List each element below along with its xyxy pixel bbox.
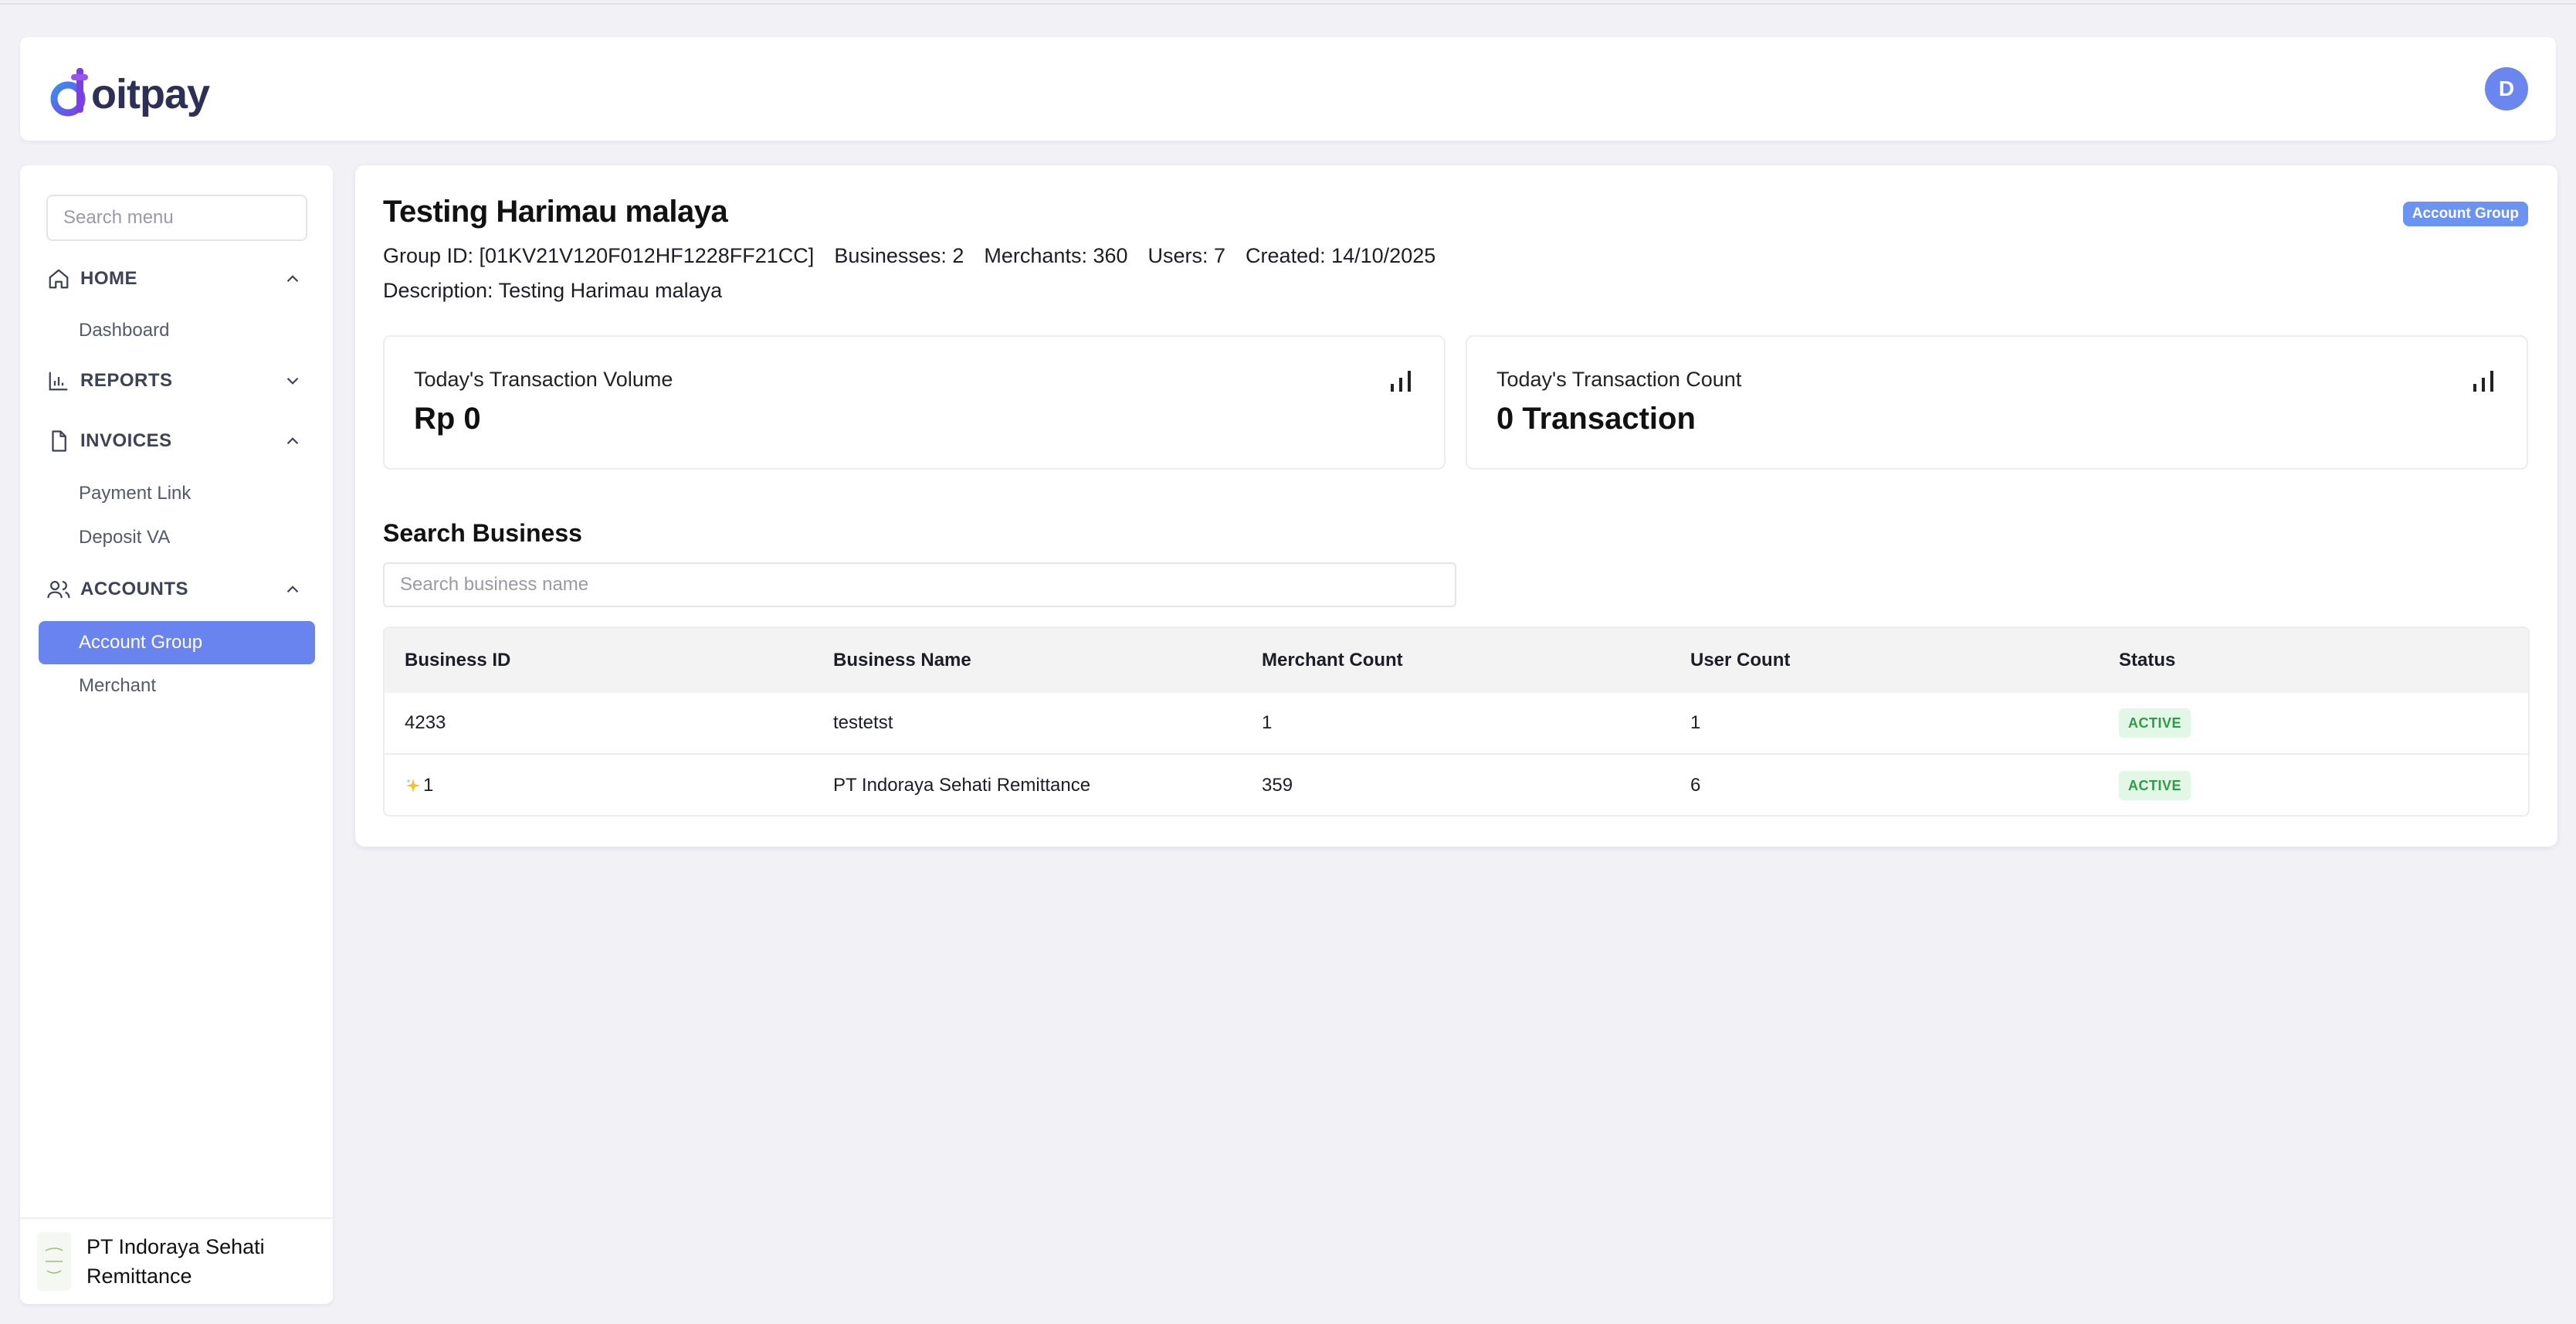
sidebar-section-invoices[interactable]: INVOICES xyxy=(46,422,309,460)
sidebar-item-account-group[interactable]: Account Group xyxy=(39,621,315,664)
sidebar-item-payment-link[interactable]: Payment Link xyxy=(79,478,191,509)
sidebar-section-home[interactable]: HOME xyxy=(46,260,309,298)
business-search xyxy=(383,562,1456,607)
window-top-border xyxy=(0,0,2576,5)
group-id: Group ID: [01KV21V120F012HF1228FF21CC] xyxy=(383,244,815,267)
business-name-cell: testetst xyxy=(833,712,893,733)
chevron-down-icon[interactable] xyxy=(283,371,303,391)
chevron-up-icon[interactable] xyxy=(283,431,303,451)
status-cell: ACTIVE xyxy=(2119,755,2191,815)
user-count-cell: 1 xyxy=(1690,712,1701,733)
sidebar: HOME Dashboard REPORTS INVOICES Payment … xyxy=(20,165,333,1304)
business-name-cell: PT Indoraya Sehati Remittance xyxy=(833,775,1091,796)
chevron-up-icon[interactable] xyxy=(283,579,303,599)
sidebar-section-label: ACCOUNTS xyxy=(80,579,188,599)
users-count: Users: 7 xyxy=(1147,244,1226,267)
sidebar-section-accounts[interactable]: ACCOUNTS xyxy=(46,570,309,609)
bar-chart-icon xyxy=(46,368,71,393)
search-business-title: Search Business xyxy=(383,519,582,547)
current-business-name: PT Indoraya Sehati Remittance xyxy=(86,1235,265,1288)
business-table: Business ID Business Name Merchant Count… xyxy=(383,626,2530,816)
sidebar-item-dashboard[interactable]: Dashboard xyxy=(79,315,169,346)
chevron-up-icon[interactable] xyxy=(283,269,303,289)
sidebar-section-label: REPORTS xyxy=(80,370,173,391)
card-value: 0 Transaction xyxy=(1496,402,1696,436)
created-date: Created: 14/10/2025 xyxy=(1246,244,1436,267)
column-header-user-count: User Count xyxy=(1690,650,1791,670)
merchant-count-cell: 359 xyxy=(1262,775,1293,796)
sidebar-item-deposit-va[interactable]: Deposit VA xyxy=(79,522,170,553)
card-value: Rp 0 xyxy=(414,402,481,436)
status-badge: ACTIVE xyxy=(2119,708,2191,738)
status-cell: ACTIVE xyxy=(2119,693,2191,753)
sidebar-section-reports[interactable]: REPORTS xyxy=(46,362,309,400)
account-group-badge: Account Group xyxy=(2402,202,2528,226)
column-header-status: Status xyxy=(2119,650,2176,670)
home-icon xyxy=(46,266,71,291)
merchants-count: Merchants: 360 xyxy=(984,244,1128,267)
user-count-cell: 6 xyxy=(1690,775,1701,796)
business-id-value: 1 xyxy=(423,775,434,796)
doitpay-logo[interactable]: oitpay xyxy=(48,60,210,122)
group-description: Description: Testing Harimau malaya xyxy=(383,279,723,302)
sidebar-section-label: HOME xyxy=(80,268,137,289)
column-header-merchant-count: Merchant Count xyxy=(1262,650,1403,670)
sidebar-item-merchant[interactable]: Merchant xyxy=(79,670,156,701)
sidebar-business-switcher[interactable]: PT Indoraya Sehati Remittance xyxy=(20,1217,333,1304)
table-row[interactable]: 1 PT Indoraya Sehati Remittance 359 6 AC… xyxy=(385,755,2528,815)
sidebar-search xyxy=(46,195,307,241)
transaction-volume-card: Today's Transaction Volume Rp 0 xyxy=(383,335,1446,470)
bar-chart-icon xyxy=(1390,369,1412,392)
transaction-count-card: Today's Transaction Count 0 Transaction xyxy=(1466,335,2528,470)
page-title: Testing Harimau malaya xyxy=(383,195,728,229)
table-row[interactable]: 4233 testetst 1 1 ACTIVE xyxy=(385,693,2528,755)
sparkle-icon xyxy=(405,777,422,794)
merchant-count-cell: 1 xyxy=(1262,712,1273,733)
business-logo-icon xyxy=(37,1232,71,1291)
user-avatar[interactable]: D xyxy=(2485,67,2528,110)
column-header-business-name: Business Name xyxy=(833,650,971,670)
column-header-business-id: Business ID xyxy=(405,650,511,670)
logo-text: oitpay xyxy=(91,71,210,117)
sidebar-search-input[interactable] xyxy=(63,207,306,229)
group-meta: Group ID: [01KV21V120F012HF1228FF21CC] B… xyxy=(383,244,1456,268)
business-search-input[interactable] xyxy=(400,574,1455,596)
sidebar-section-label: INVOICES xyxy=(80,430,172,451)
main-content: Testing Harimau malaya Account Group Gro… xyxy=(355,165,2557,847)
top-header: oitpay D xyxy=(20,37,2556,141)
bar-chart-icon xyxy=(2473,369,2494,392)
table-header-row: Business ID Business Name Merchant Count… xyxy=(385,628,2528,693)
businesses-count: Businesses: 2 xyxy=(834,244,964,267)
document-icon xyxy=(46,429,71,453)
users-icon xyxy=(46,577,71,602)
card-label: Today's Transaction Volume xyxy=(414,368,673,391)
card-label: Today's Transaction Count xyxy=(1496,368,1742,391)
logo-mark-icon xyxy=(48,63,94,119)
business-id-cell: 4233 xyxy=(405,712,446,733)
status-badge: ACTIVE xyxy=(2119,771,2191,800)
business-id-cell: 1 xyxy=(405,755,434,815)
